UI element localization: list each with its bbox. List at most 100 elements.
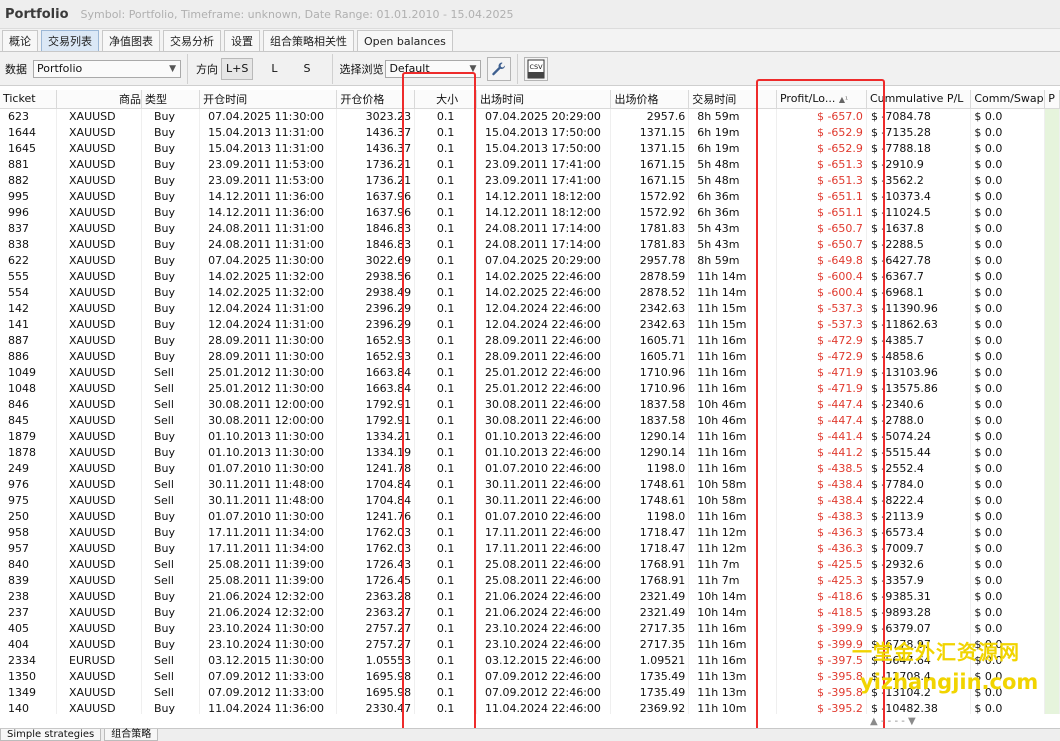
cell-type: Buy xyxy=(141,428,201,444)
tab-correlation[interactable]: 组合策略相关性 xyxy=(263,30,354,51)
table-row[interactable]: 1879 XAUUSD Buy 01.10.2013 11:30:00 1334.21 0… xyxy=(0,428,1060,444)
table-row[interactable]: 976 XAUUSD Sell 30.11.2011 11:48:00 1704.84 0… xyxy=(0,476,1060,492)
cell-size: 0.1 xyxy=(414,348,478,364)
table-row[interactable]: 881 XAUUSD Buy 23.09.2011 11:53:00 1736.21 0.… xyxy=(0,156,1060,172)
cell-comm-swap: $ 0.0 xyxy=(970,524,1046,540)
cell-profit-loss: $ -651.3 xyxy=(776,172,867,188)
table-row[interactable]: 958 XAUUSD Buy 17.11.2011 11:34:00 1762.03 0.… xyxy=(0,524,1060,540)
table-row[interactable]: 238 XAUUSD Buy 21.06.2024 12:32:00 2363.28 0.… xyxy=(0,588,1060,604)
tab-portfolio-strategies[interactable]: 组合策略 xyxy=(104,729,159,741)
browse-select[interactable]: Default ▼ xyxy=(385,59,482,78)
tab-settings[interactable]: 设置 xyxy=(224,30,260,51)
table-row[interactable]: 975 XAUUSD Sell 30.11.2011 11:48:00 1704.84 0… xyxy=(0,492,1060,508)
cell-ticket: 837 xyxy=(0,220,58,236)
direction-long-short-button[interactable]: L+S xyxy=(221,57,254,80)
cell-ticket: 622 xyxy=(0,252,58,268)
table-row[interactable]: 405 XAUUSD Buy 23.10.2024 11:30:00 2757.27 0.… xyxy=(0,620,1060,636)
cell-type: Buy xyxy=(141,444,201,460)
column-header-size[interactable]: 大小 xyxy=(414,90,478,109)
direction-short-button[interactable]: S xyxy=(299,58,314,80)
tab-open-balances[interactable]: Open balances xyxy=(357,30,453,51)
table-row[interactable]: 554 XAUUSD Buy 14.02.2025 11:32:00 2938.49 0.… xyxy=(0,284,1060,300)
cell-ticket: 555 xyxy=(0,268,58,284)
column-header-type[interactable]: 类型 xyxy=(141,90,201,109)
table-row[interactable]: 846 XAUUSD Sell 30.08.2011 12:00:00 1792.91 0… xyxy=(0,396,1060,412)
table-row[interactable]: 249 XAUUSD Buy 01.07.2010 11:30:00 1241.78 0.… xyxy=(0,460,1060,476)
data-select[interactable]: Portfolio ▼ xyxy=(33,59,181,78)
cell-exit-price: 1735.49 xyxy=(610,684,690,700)
cell-exit-time: 07.09.2012 22:46:00 xyxy=(476,684,612,700)
cell-open-price: 1436.37 xyxy=(336,124,416,140)
cell-open-time: 21.06.2024 12:32:00 xyxy=(199,604,338,620)
column-header-exit-price[interactable]: 出场价格 xyxy=(610,90,690,109)
tab-trade-analysis[interactable]: 交易分析 xyxy=(163,30,221,51)
cell-profit-loss: $ -436.3 xyxy=(776,540,867,556)
table-row[interactable]: 1049 XAUUSD Sell 25.01.2012 11:30:00 1663.84… xyxy=(0,364,1060,380)
table-row[interactable]: 141 XAUUSD Buy 12.04.2024 11:31:00 2396.29 0.… xyxy=(0,316,1060,332)
column-header-exit-time[interactable]: 出场时间 xyxy=(476,90,612,109)
cell-open-price: 2938.56 xyxy=(336,268,416,284)
tab-equity-chart[interactable]: 净值图表 xyxy=(102,30,160,51)
cell-cumulative-pl: $ -2113.9 xyxy=(866,508,972,524)
table-row[interactable]: 886 XAUUSD Buy 28.09.2011 11:30:00 1652.93 0.… xyxy=(0,348,1060,364)
cell-comm-swap: $ 0.0 xyxy=(970,220,1046,236)
cell-symbol: XAUUSD xyxy=(56,572,143,588)
tab-overview[interactable]: 概论 xyxy=(2,30,38,51)
cell-extra xyxy=(1044,396,1060,412)
table-row[interactable]: 837 XAUUSD Buy 24.08.2011 11:31:00 1846.83 0.… xyxy=(0,220,1060,236)
table-row[interactable]: 140 XAUUSD Buy 11.04.2024 11:36:00 2330.47 0.… xyxy=(0,700,1060,714)
table-row[interactable]: 250 XAUUSD Buy 01.07.2010 11:30:00 1241.76 0.… xyxy=(0,508,1060,524)
table-row[interactable]: 1644 XAUUSD Buy 15.04.2013 11:31:00 1436.37 0… xyxy=(0,124,1060,140)
table-row[interactable]: 622 XAUUSD Buy 07.04.2025 11:30:00 3022.69 0.… xyxy=(0,252,1060,268)
column-header-extra[interactable]: P xyxy=(1044,90,1060,109)
table-row[interactable]: 995 XAUUSD Buy 14.12.2011 11:36:00 1637.96 0.… xyxy=(0,188,1060,204)
cell-symbol: XAUUSD xyxy=(56,348,143,364)
cell-size: 0.1 xyxy=(414,476,478,492)
table-row[interactable]: 1645 XAUUSD Buy 15.04.2013 11:31:00 1436.37 0… xyxy=(0,140,1060,156)
cell-open-price: 1663.84 xyxy=(336,364,416,380)
table-row[interactable]: 142 XAUUSD Buy 12.04.2024 11:31:00 2396.29 0.… xyxy=(0,300,1060,316)
cell-duration: 5h 48m xyxy=(688,156,777,172)
wrench-icon[interactable] xyxy=(487,56,512,81)
cell-cumulative-pl: $ -2288.5 xyxy=(866,236,972,252)
column-header-duration[interactable]: 交易时间 xyxy=(688,90,777,109)
table-row[interactable]: 555 XAUUSD Buy 14.02.2025 11:32:00 2938.56 0.… xyxy=(0,268,1060,284)
cell-extra xyxy=(1044,492,1060,508)
column-header-cumulative-pl[interactable]: Cummulative P/L xyxy=(866,90,972,109)
cell-duration: 11h 16m xyxy=(688,348,777,364)
column-header-open-time[interactable]: 开仓时间 xyxy=(199,90,338,109)
cell-profit-loss: $ -651.1 xyxy=(776,188,867,204)
column-header-open-price[interactable]: 开仓价格 xyxy=(336,90,416,109)
table-row[interactable]: 996 XAUUSD Buy 14.12.2011 11:36:00 1637.96 0.… xyxy=(0,204,1060,220)
column-header-profit-loss[interactable]: Profit/Lo... ▲¹ xyxy=(776,90,867,109)
cell-cumulative-pl: $ -5515.44 xyxy=(866,444,972,460)
cell-ticket: 1645 xyxy=(0,140,58,156)
cell-open-price: 1846.83 xyxy=(336,236,416,252)
cell-open-price: 1663.84 xyxy=(336,380,416,396)
table-row[interactable]: 1878 XAUUSD Buy 01.10.2013 11:30:00 1334.19 0… xyxy=(0,444,1060,460)
table-row[interactable]: 839 XAUUSD Sell 25.08.2011 11:39:00 1726.45 0… xyxy=(0,572,1060,588)
cell-comm-swap: $ 0.0 xyxy=(970,476,1046,492)
cell-comm-swap: $ 0.0 xyxy=(970,172,1046,188)
column-header-symbol[interactable]: 商品 xyxy=(56,90,143,109)
table-row[interactable]: 840 XAUUSD Sell 25.08.2011 11:39:00 1726.43 0… xyxy=(0,556,1060,572)
table-row[interactable]: 1048 XAUUSD Sell 25.01.2012 11:30:00 1663.84… xyxy=(0,380,1060,396)
csv-export-icon[interactable]: CSV xyxy=(524,56,549,81)
table-row[interactable]: 845 XAUUSD Sell 30.08.2011 12:00:00 1792.91 0… xyxy=(0,412,1060,428)
cell-exit-price: 1.09521 xyxy=(610,652,690,668)
column-header-comm-swap[interactable]: Comm/Swap xyxy=(970,90,1046,109)
table-row[interactable]: 957 XAUUSD Buy 17.11.2011 11:34:00 1762.03 0.… xyxy=(0,540,1060,556)
cell-cumulative-pl: $ -6427.78 xyxy=(866,252,972,268)
direction-long-button[interactable]: L xyxy=(267,58,281,80)
table-row[interactable]: 237 XAUUSD Buy 21.06.2024 12:32:00 2363.27 0.… xyxy=(0,604,1060,620)
tab-simple-strategies[interactable]: Simple strategies xyxy=(0,729,102,741)
tab-trade-list[interactable]: 交易列表 xyxy=(41,30,99,51)
table-row[interactable]: 882 XAUUSD Buy 23.09.2011 11:53:00 1736.21 0.… xyxy=(0,172,1060,188)
table-row[interactable]: 838 XAUUSD Buy 24.08.2011 11:31:00 1846.83 0.… xyxy=(0,236,1060,252)
scroll-indicator-icon[interactable]: ▲ - - - - ▼ xyxy=(870,716,916,727)
cell-ticket: 845 xyxy=(0,412,58,428)
cell-exit-time: 30.11.2011 22:46:00 xyxy=(476,492,612,508)
table-row[interactable]: 623 XAUUSD Buy 07.04.2025 11:30:00 3023.23 0.… xyxy=(0,108,1060,124)
table-row[interactable]: 887 XAUUSD Buy 28.09.2011 11:30:00 1652.93 0.… xyxy=(0,332,1060,348)
column-header-ticket[interactable]: Ticket xyxy=(0,90,58,109)
